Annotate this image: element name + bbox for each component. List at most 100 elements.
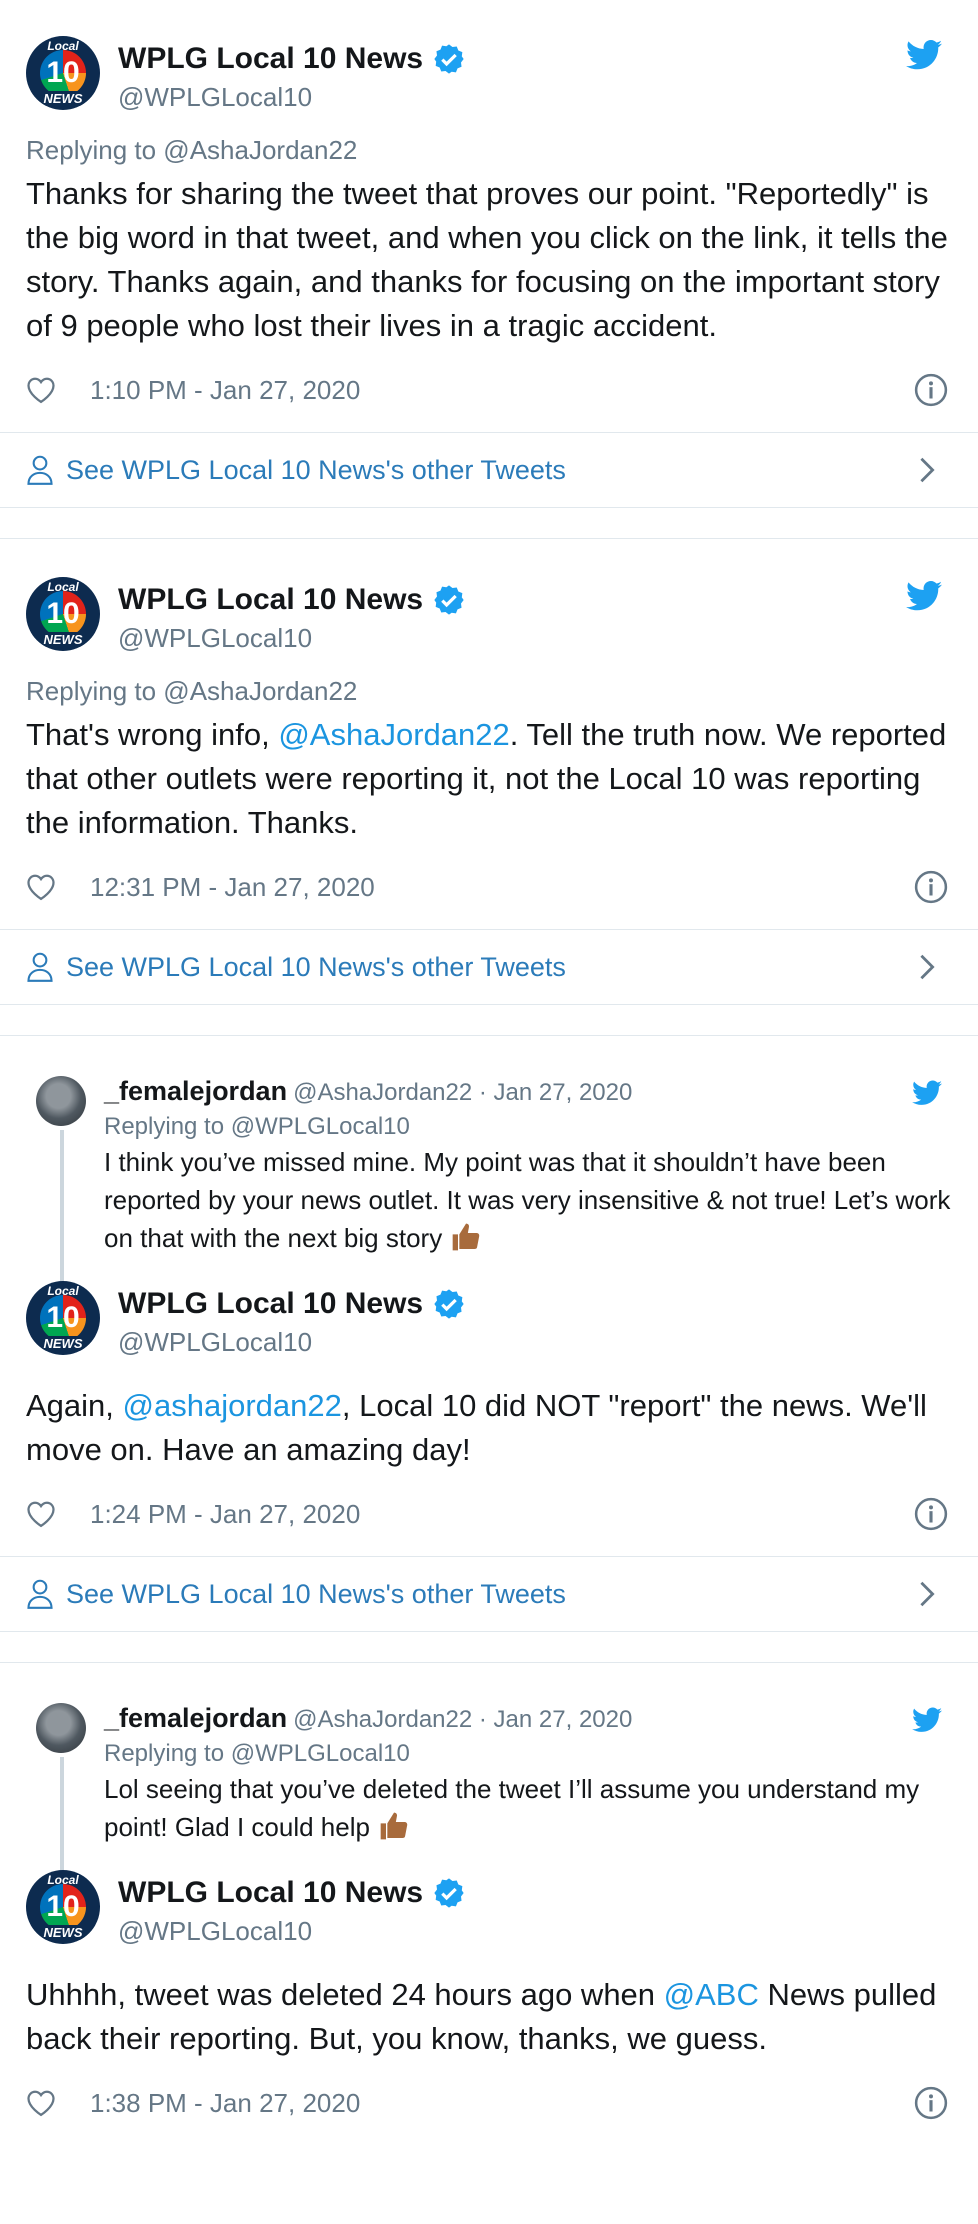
like-heart-icon[interactable] — [26, 376, 56, 404]
name-row: WPLG Local 10 News — [118, 583, 465, 617]
tweet-timestamp[interactable]: 1:38 PM - Jan 27, 2020 — [90, 2088, 360, 2119]
chevron-right-icon — [920, 954, 935, 980]
avatar-news-text: NEWS — [26, 91, 100, 106]
avatar-local-text: Local — [47, 1284, 79, 1298]
tweet-text: Again, @ashajordan22, Local 10 did NOT "… — [26, 1384, 952, 1472]
tweet-text-part: That's wrong info, — [26, 717, 279, 752]
quoted-name[interactable]: _femalejordan — [104, 1703, 287, 1733]
replying-to[interactable]: Replying to @AshaJordan22 — [26, 135, 952, 166]
avatar-number: 10 — [46, 597, 80, 630]
author-name[interactable]: WPLG Local 10 News — [118, 1876, 423, 1910]
quoted-replying-to[interactable]: Replying to @WPLGLocal10 — [104, 1740, 952, 1768]
tweet-timestamp[interactable]: 1:24 PM - Jan 27, 2020 — [90, 1499, 360, 1530]
tweet-card: _femalejordan @AshaJordan22 · Jan 27, 202… — [0, 1663, 978, 2123]
author-handle[interactable]: @WPLGLocal10 — [118, 1327, 465, 1358]
author-handle[interactable]: @WPLGLocal10 — [118, 82, 465, 113]
tweet-timestamp[interactable]: 1:10 PM - Jan 27, 2020 — [90, 375, 360, 406]
quoted-reply[interactable]: _femalejordan @AshaJordan22 · Jan 27, 202… — [0, 1703, 978, 1885]
avatar-news-text: NEWS — [26, 1336, 100, 1351]
twitter-bird-icon[interactable] — [906, 581, 942, 611]
tweet-text: Thanks for sharing the tweet that proves… — [26, 176, 948, 343]
quoted-header: _femalejordan @AshaJordan22 · Jan 27, 202… — [104, 1703, 952, 1734]
person-icon — [27, 455, 53, 485]
thumbs-up-emoji-icon — [452, 1223, 480, 1251]
like-heart-icon[interactable] — [26, 873, 56, 901]
quoted-text-body: I think you’ve missed mine. My point was… — [104, 1147, 951, 1253]
tweet-text-part: Again, — [26, 1388, 123, 1423]
tweet-meta: 1:10 PM - Jan 27, 2020 — [26, 370, 952, 410]
quoted-replying-to[interactable]: Replying to @WPLGLocal10 — [104, 1113, 952, 1141]
quoted-handle-date[interactable]: @AshaJordan22 · Jan 27, 2020 — [293, 1706, 632, 1733]
author-name[interactable]: WPLG Local 10 News — [118, 583, 423, 617]
chevron-right-icon — [920, 1581, 935, 1607]
tweet-body: Local 10 NEWS WPLG Local 10 News @WPLGLo… — [0, 1846, 978, 2123]
person-icon — [27, 952, 53, 982]
quoted-avatar[interactable] — [36, 1076, 86, 1126]
replying-to[interactable]: Replying to @AshaJordan22 — [26, 676, 952, 707]
verified-badge-icon — [434, 44, 464, 74]
see-other-tweets-label: See WPLG Local 10 News's other Tweets — [66, 951, 566, 982]
tweet-meta: 12:31 PM - Jan 27, 2020 — [26, 867, 952, 907]
avatar[interactable]: Local 10 NEWS — [26, 577, 100, 651]
tweet-text-part: Uhhhh, tweet was deleted 24 hours ago wh… — [26, 1977, 664, 2012]
tweet-header: Local 10 NEWS WPLG Local 10 News @WPLGLo… — [26, 1870, 952, 1947]
like-heart-icon[interactable] — [26, 2089, 56, 2117]
quoted-text: Lol seeing that you’ve deleted the tweet… — [104, 1770, 952, 1846]
quoted-handle-date[interactable]: @AshaJordan22 · Jan 27, 2020 — [293, 1079, 632, 1106]
twitter-bird-icon[interactable] — [906, 40, 942, 70]
avatar-number: 10 — [46, 56, 80, 89]
author-block: WPLG Local 10 News @WPLGLocal10 — [118, 1870, 465, 1947]
verified-badge-icon — [434, 585, 464, 615]
avatar-news-text: NEWS — [26, 632, 100, 647]
author-block: WPLG Local 10 News @WPLGLocal10 — [118, 36, 465, 113]
avatar[interactable]: Local 10 NEWS — [26, 1281, 100, 1355]
quoted-reply[interactable]: _femalejordan @AshaJordan22 · Jan 27, 202… — [0, 1076, 978, 1296]
author-block: WPLG Local 10 News @WPLGLocal10 — [118, 1281, 465, 1358]
quoted-text: I think you’ve missed mine. My point was… — [104, 1143, 952, 1257]
mention-link[interactable]: @ashajordan22 — [123, 1388, 342, 1423]
quoted-name[interactable]: _femalejordan — [104, 1076, 287, 1106]
divider — [0, 1632, 978, 1663]
avatar[interactable]: Local 10 NEWS — [26, 1870, 100, 1944]
chevron-right-icon — [920, 457, 935, 483]
see-other-tweets-label: See WPLG Local 10 News's other Tweets — [66, 454, 566, 485]
avatar-number: 10 — [46, 1890, 80, 1923]
name-row: WPLG Local 10 News — [118, 1876, 465, 1910]
author-handle[interactable]: @WPLGLocal10 — [118, 623, 465, 654]
mention-link[interactable]: @ABC — [664, 1977, 759, 2012]
name-row: WPLG Local 10 News — [118, 1287, 465, 1321]
quoted-text-body: Lol seeing that you’ve deleted the tweet… — [104, 1774, 920, 1842]
quoted-header: _femalejordan @AshaJordan22 · Jan 27, 202… — [104, 1076, 952, 1107]
verified-badge-icon — [434, 1289, 464, 1319]
info-icon[interactable] — [914, 2086, 948, 2120]
tweet-text: Uhhhh, tweet was deleted 24 hours ago wh… — [26, 1973, 952, 2061]
avatar[interactable]: Local 10 NEWS — [26, 36, 100, 110]
tweet-card: Local 10 NEWS WPLG Local 10 News @WPLGLo… — [0, 0, 978, 410]
tweet-meta: 1:38 PM - Jan 27, 2020 — [26, 2083, 952, 2123]
tweet-timestamp[interactable]: 12:31 PM - Jan 27, 2020 — [90, 872, 375, 903]
name-row: WPLG Local 10 News — [118, 42, 465, 76]
avatar-local-text: Local — [47, 39, 79, 53]
tweet-body: Local 10 NEWS WPLG Local 10 News @WPLGLo… — [0, 1257, 978, 1534]
quoted-avatar[interactable] — [36, 1703, 86, 1753]
avatar-news-text: NEWS — [26, 1925, 100, 1940]
divider — [0, 508, 978, 539]
info-icon[interactable] — [914, 870, 948, 904]
author-name[interactable]: WPLG Local 10 News — [118, 1287, 423, 1321]
author-block: WPLG Local 10 News @WPLGLocal10 — [118, 577, 465, 654]
like-heart-icon[interactable] — [26, 1500, 56, 1528]
author-handle[interactable]: @WPLGLocal10 — [118, 1916, 465, 1947]
info-icon[interactable] — [914, 1497, 948, 1531]
see-other-tweets-link[interactable]: See WPLG Local 10 News's other Tweets — [0, 1556, 978, 1632]
divider — [0, 1005, 978, 1036]
author-name[interactable]: WPLG Local 10 News — [118, 42, 423, 76]
mention-link[interactable]: @AshaJordan22 — [278, 717, 509, 752]
thread-line — [60, 1130, 64, 1296]
avatar-local-text: Local — [47, 580, 79, 594]
avatar-number: 10 — [46, 1301, 80, 1334]
tweet-meta: 1:24 PM - Jan 27, 2020 — [26, 1494, 952, 1534]
info-icon[interactable] — [914, 373, 948, 407]
tweet-text: That's wrong info, @AshaJordan22. Tell t… — [26, 713, 952, 845]
see-other-tweets-link[interactable]: See WPLG Local 10 News's other Tweets — [0, 432, 978, 508]
see-other-tweets-link[interactable]: See WPLG Local 10 News's other Tweets — [0, 929, 978, 1005]
